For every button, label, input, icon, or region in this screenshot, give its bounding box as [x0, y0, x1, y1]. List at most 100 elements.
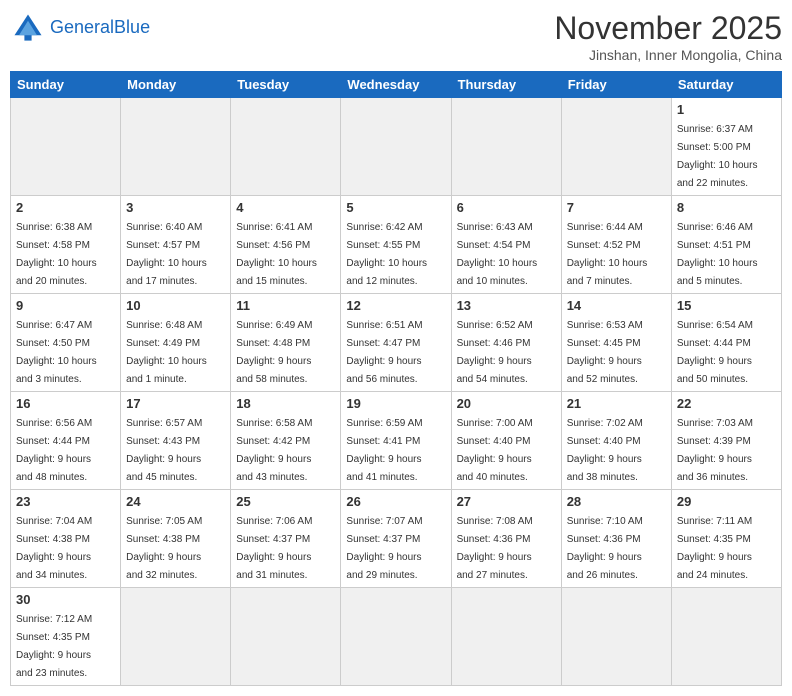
- empty-cell: [231, 98, 341, 196]
- day-info-9: Sunrise: 6:47 AM Sunset: 4:50 PM Dayligh…: [16, 320, 97, 385]
- logo-text: GeneralBlue: [50, 18, 150, 38]
- header-monday: Monday: [121, 72, 231, 98]
- day-20: 20 Sunrise: 7:00 AM Sunset: 4:40 PM Dayl…: [451, 392, 561, 490]
- day-number-25: 25: [236, 494, 335, 509]
- day-number-6: 6: [457, 200, 556, 215]
- day-info-26: Sunrise: 7:07 AM Sunset: 4:37 PM Dayligh…: [346, 516, 422, 581]
- day-number-19: 19: [346, 396, 445, 411]
- day-7: 7 Sunrise: 6:44 AM Sunset: 4:52 PM Dayli…: [561, 196, 671, 294]
- day-number-3: 3: [126, 200, 225, 215]
- day-21: 21 Sunrise: 7:02 AM Sunset: 4:40 PM Dayl…: [561, 392, 671, 490]
- day-info-27: Sunrise: 7:08 AM Sunset: 4:36 PM Dayligh…: [457, 516, 533, 581]
- day-info-1: Sunrise: 6:37 AM Sunset: 5:00 PM Dayligh…: [677, 124, 758, 189]
- day-9: 9 Sunrise: 6:47 AM Sunset: 4:50 PM Dayli…: [11, 294, 121, 392]
- day-14: 14 Sunrise: 6:53 AM Sunset: 4:45 PM Dayl…: [561, 294, 671, 392]
- header-friday: Friday: [561, 72, 671, 98]
- day-15: 15 Sunrise: 6:54 AM Sunset: 4:44 PM Dayl…: [671, 294, 781, 392]
- day-info-21: Sunrise: 7:02 AM Sunset: 4:40 PM Dayligh…: [567, 418, 643, 483]
- day-30: 30 Sunrise: 7:12 AM Sunset: 4:35 PM Dayl…: [11, 588, 121, 686]
- empty-cell: [121, 98, 231, 196]
- day-13: 13 Sunrise: 6:52 AM Sunset: 4:46 PM Dayl…: [451, 294, 561, 392]
- day-info-6: Sunrise: 6:43 AM Sunset: 4:54 PM Dayligh…: [457, 222, 538, 287]
- day-number-5: 5: [346, 200, 445, 215]
- day-number-28: 28: [567, 494, 666, 509]
- day-number-23: 23: [16, 494, 115, 509]
- day-info-24: Sunrise: 7:05 AM Sunset: 4:38 PM Dayligh…: [126, 516, 202, 581]
- day-info-23: Sunrise: 7:04 AM Sunset: 4:38 PM Dayligh…: [16, 516, 92, 581]
- day-number-1: 1: [677, 102, 776, 117]
- day-6: 6 Sunrise: 6:43 AM Sunset: 4:54 PM Dayli…: [451, 196, 561, 294]
- day-18: 18 Sunrise: 6:58 AM Sunset: 4:42 PM Dayl…: [231, 392, 341, 490]
- title-area: November 2025 Jinshan, Inner Mongolia, C…: [554, 10, 782, 63]
- logo-icon: [10, 10, 46, 46]
- day-27: 27 Sunrise: 7:08 AM Sunset: 4:36 PM Dayl…: [451, 490, 561, 588]
- day-12: 12 Sunrise: 6:51 AM Sunset: 4:47 PM Dayl…: [341, 294, 451, 392]
- day-info-4: Sunrise: 6:41 AM Sunset: 4:56 PM Dayligh…: [236, 222, 317, 287]
- day-23: 23 Sunrise: 7:04 AM Sunset: 4:38 PM Dayl…: [11, 490, 121, 588]
- day-info-30: Sunrise: 7:12 AM Sunset: 4:35 PM Dayligh…: [16, 614, 92, 679]
- day-info-2: Sunrise: 6:38 AM Sunset: 4:58 PM Dayligh…: [16, 222, 97, 287]
- week-row-5: 23 Sunrise: 7:04 AM Sunset: 4:38 PM Dayl…: [11, 490, 782, 588]
- week-row-4: 16 Sunrise: 6:56 AM Sunset: 4:44 PM Dayl…: [11, 392, 782, 490]
- day-number-30: 30: [16, 592, 115, 607]
- day-info-13: Sunrise: 6:52 AM Sunset: 4:46 PM Dayligh…: [457, 320, 533, 385]
- empty-cell: [11, 98, 121, 196]
- day-11: 11 Sunrise: 6:49 AM Sunset: 4:48 PM Dayl…: [231, 294, 341, 392]
- day-10: 10 Sunrise: 6:48 AM Sunset: 4:49 PM Dayl…: [121, 294, 231, 392]
- day-number-7: 7: [567, 200, 666, 215]
- day-info-3: Sunrise: 6:40 AM Sunset: 4:57 PM Dayligh…: [126, 222, 207, 287]
- day-info-5: Sunrise: 6:42 AM Sunset: 4:55 PM Dayligh…: [346, 222, 427, 287]
- day-19: 19 Sunrise: 6:59 AM Sunset: 4:41 PM Dayl…: [341, 392, 451, 490]
- empty-cell-r6-7: [671, 588, 781, 686]
- day-info-8: Sunrise: 6:46 AM Sunset: 4:51 PM Dayligh…: [677, 222, 758, 287]
- day-info-10: Sunrise: 6:48 AM Sunset: 4:49 PM Dayligh…: [126, 320, 207, 385]
- day-17: 17 Sunrise: 6:57 AM Sunset: 4:43 PM Dayl…: [121, 392, 231, 490]
- day-info-19: Sunrise: 6:59 AM Sunset: 4:41 PM Dayligh…: [346, 418, 422, 483]
- day-info-25: Sunrise: 7:06 AM Sunset: 4:37 PM Dayligh…: [236, 516, 312, 581]
- page: GeneralBlue November 2025 Jinshan, Inner…: [0, 0, 792, 696]
- day-5: 5 Sunrise: 6:42 AM Sunset: 4:55 PM Dayli…: [341, 196, 451, 294]
- logo-blue: Blue: [114, 17, 150, 37]
- day-number-2: 2: [16, 200, 115, 215]
- day-25: 25 Sunrise: 7:06 AM Sunset: 4:37 PM Dayl…: [231, 490, 341, 588]
- day-number-14: 14: [567, 298, 666, 313]
- weekday-header-row: Sunday Monday Tuesday Wednesday Thursday…: [11, 72, 782, 98]
- day-number-20: 20: [457, 396, 556, 411]
- day-number-21: 21: [567, 396, 666, 411]
- day-info-12: Sunrise: 6:51 AM Sunset: 4:47 PM Dayligh…: [346, 320, 422, 385]
- day-number-18: 18: [236, 396, 335, 411]
- day-info-14: Sunrise: 6:53 AM Sunset: 4:45 PM Dayligh…: [567, 320, 643, 385]
- empty-cell-r6-3: [231, 588, 341, 686]
- empty-cell: [451, 98, 561, 196]
- day-number-22: 22: [677, 396, 776, 411]
- day-number-26: 26: [346, 494, 445, 509]
- location-subtitle: Jinshan, Inner Mongolia, China: [554, 47, 782, 63]
- day-29: 29 Sunrise: 7:11 AM Sunset: 4:35 PM Dayl…: [671, 490, 781, 588]
- day-info-29: Sunrise: 7:11 AM Sunset: 4:35 PM Dayligh…: [677, 516, 752, 581]
- day-info-17: Sunrise: 6:57 AM Sunset: 4:43 PM Dayligh…: [126, 418, 202, 483]
- calendar: Sunday Monday Tuesday Wednesday Thursday…: [10, 71, 782, 686]
- day-26: 26 Sunrise: 7:07 AM Sunset: 4:37 PM Dayl…: [341, 490, 451, 588]
- day-info-15: Sunrise: 6:54 AM Sunset: 4:44 PM Dayligh…: [677, 320, 753, 385]
- header-thursday: Thursday: [451, 72, 561, 98]
- week-row-6: 30 Sunrise: 7:12 AM Sunset: 4:35 PM Dayl…: [11, 588, 782, 686]
- day-16: 16 Sunrise: 6:56 AM Sunset: 4:44 PM Dayl…: [11, 392, 121, 490]
- day-info-18: Sunrise: 6:58 AM Sunset: 4:42 PM Dayligh…: [236, 418, 312, 483]
- empty-cell: [341, 98, 451, 196]
- day-1: 1 Sunrise: 6:37 AM Sunset: 5:00 PM Dayli…: [671, 98, 781, 196]
- day-number-11: 11: [236, 298, 335, 313]
- week-row-1: 1 Sunrise: 6:37 AM Sunset: 5:00 PM Dayli…: [11, 98, 782, 196]
- day-info-28: Sunrise: 7:10 AM Sunset: 4:36 PM Dayligh…: [567, 516, 643, 581]
- empty-cell-r6-2: [121, 588, 231, 686]
- empty-cell: [561, 98, 671, 196]
- day-number-16: 16: [16, 396, 115, 411]
- day-3: 3 Sunrise: 6:40 AM Sunset: 4:57 PM Dayli…: [121, 196, 231, 294]
- header-tuesday: Tuesday: [231, 72, 341, 98]
- day-number-8: 8: [677, 200, 776, 215]
- day-8: 8 Sunrise: 6:46 AM Sunset: 4:51 PM Dayli…: [671, 196, 781, 294]
- day-number-15: 15: [677, 298, 776, 313]
- day-number-17: 17: [126, 396, 225, 411]
- day-number-27: 27: [457, 494, 556, 509]
- day-28: 28 Sunrise: 7:10 AM Sunset: 4:36 PM Dayl…: [561, 490, 671, 588]
- day-number-10: 10: [126, 298, 225, 313]
